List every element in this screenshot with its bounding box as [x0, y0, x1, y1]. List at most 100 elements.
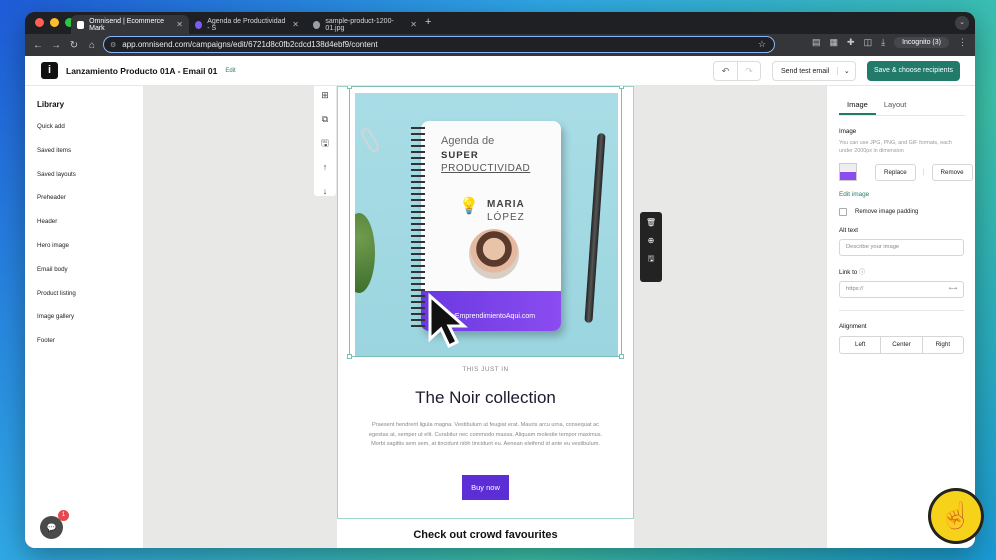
undo-redo-group: ↶ ↷: [713, 61, 761, 81]
chat-notification-badge: 1: [58, 510, 69, 521]
media-icon[interactable]: ◫: [864, 37, 873, 48]
editor-header: i Lanzamiento Producto 01A - Email 01 Ed…: [25, 56, 975, 86]
back-icon[interactable]: ←: [29, 40, 47, 51]
download-icon[interactable]: ⤓: [881, 37, 885, 48]
info-icon[interactable]: ⓘ: [859, 269, 865, 276]
url-text: app.omnisend.com/campaigns/edit/6721d8c0…: [122, 40, 378, 49]
save-icon[interactable]: 🖫: [648, 253, 655, 265]
library-item-hero-image[interactable]: Hero image: [37, 234, 143, 258]
save-block-icon[interactable]: 🖫: [321, 136, 329, 150]
remove-padding-row: Remove image padding: [839, 208, 975, 216]
reload-icon[interactable]: ↻: [65, 40, 83, 51]
incognito-badge[interactable]: Incognito (3): [894, 37, 949, 48]
spiral-binding-graphic: [411, 127, 425, 327]
properties-panel: Image Layout Image You can use JPG, PNG,…: [826, 86, 975, 548]
redo-icon[interactable]: ↷: [737, 62, 760, 80]
tab-search-icon[interactable]: ⌄: [955, 16, 969, 30]
library-item-image-gallery[interactable]: Image gallery: [37, 305, 143, 329]
duplicate-icon[interactable]: ⧉: [322, 112, 328, 126]
next-section-title[interactable]: Check out crowd favourites: [337, 529, 634, 541]
portrait-photo: [469, 229, 519, 279]
move-up-icon[interactable]: ↑: [323, 160, 328, 174]
alt-text-input[interactable]: Describe your image: [839, 239, 964, 256]
link-placeholder: https://: [846, 286, 864, 292]
notebook-first-name: MARIA: [487, 199, 525, 210]
save-choose-recipients-button[interactable]: Save & choose recipients: [867, 61, 960, 81]
hero-image[interactable]: Agenda de SUPER PRODUCTIVIDAD 💡 MARIA LÓ…: [355, 93, 618, 356]
library-item-saved-layouts[interactable]: Saved layouts: [37, 163, 143, 187]
email-eyebrow[interactable]: THIS JUST IN: [337, 366, 634, 373]
tab-strip: Omnisend | Ecommerce Mark ✕ Agenda de Pr…: [25, 12, 975, 34]
tab-layout[interactable]: Layout: [876, 96, 915, 115]
close-tab-icon[interactable]: ✕: [410, 20, 417, 29]
resize-handle[interactable]: [619, 86, 624, 89]
resize-handle[interactable]: [347, 86, 352, 89]
minimize-window-button[interactable]: [50, 18, 59, 27]
browser-tab-agenda[interactable]: Agenda de Productividad - S ✕: [189, 15, 305, 34]
omnisend-favicon-icon: [77, 20, 85, 29]
image-actions-row: Replace | Remove: [839, 162, 975, 182]
link-icon[interactable]: ⟷: [949, 282, 957, 297]
delete-icon[interactable]: 🗑: [646, 217, 656, 229]
email-canvas: ⊞ ⧉ 🖫 ↑ ↓ Agenda de SUPER PRODUCTIVIDAD …: [144, 86, 826, 548]
notebook-line-1: Agenda de: [441, 135, 495, 147]
buy-now-button[interactable]: Buy now: [462, 475, 509, 500]
tab-image[interactable]: Image: [839, 96, 876, 115]
resize-handle[interactable]: [347, 354, 352, 359]
duplicate-block-icon[interactable]: ⊕: [648, 235, 655, 247]
puzzle-icon[interactable]: ✚: [847, 37, 855, 48]
library-item-footer[interactable]: Footer: [37, 329, 143, 353]
email-title[interactable]: The Noir collection: [337, 388, 634, 408]
new-tab-icon[interactable]: +: [425, 16, 431, 28]
library-item-preheader[interactable]: Preheader: [37, 186, 143, 210]
notebook-line-2: SUPER: [441, 150, 479, 161]
edit-title-link[interactable]: Edit: [225, 68, 235, 74]
forward-icon[interactable]: →: [47, 40, 65, 51]
replace-button[interactable]: Replace: [875, 163, 916, 181]
hero-image-block[interactable]: Agenda de SUPER PRODUCTIVIDAD 💡 MARIA LÓ…: [347, 86, 624, 359]
library-item-quick-add[interactable]: Quick add: [37, 115, 143, 139]
library-item-email-body[interactable]: Email body: [37, 258, 143, 282]
link-label: Link to ⓘ: [839, 267, 975, 276]
align-right-button[interactable]: Right: [921, 337, 963, 353]
lightbulb-icon: 💡: [459, 198, 479, 215]
home-icon[interactable]: ⌂: [83, 40, 101, 51]
move-down-icon[interactable]: ↓: [323, 184, 328, 198]
add-block-icon[interactable]: ⊞: [321, 88, 329, 102]
library-item-saved-items[interactable]: Saved items: [37, 139, 143, 163]
reader-icon[interactable]: ▦: [830, 37, 839, 48]
close-window-button[interactable]: [35, 18, 44, 27]
library-item-product-listing[interactable]: Product listing: [37, 282, 143, 306]
browser-tab-omnisend[interactable]: Omnisend | Ecommerce Mark ✕: [71, 15, 189, 34]
address-bar[interactable]: ⚙ app.omnisend.com/campaigns/edit/6721d8…: [103, 36, 775, 53]
library-item-header[interactable]: Header: [37, 210, 143, 234]
browser-window: Omnisend | Ecommerce Mark ✕ Agenda de Pr…: [25, 12, 975, 548]
close-tab-icon[interactable]: ✕: [292, 20, 299, 29]
omnisend-editor: i Lanzamiento Producto 01A - Email 01 Ed…: [25, 56, 975, 548]
send-test-button[interactable]: Send test email: [773, 68, 837, 75]
resize-handle[interactable]: [619, 354, 624, 359]
agenda-favicon-icon: [195, 20, 203, 29]
extension-icon[interactable]: ▤: [812, 37, 821, 48]
omnisend-logo-icon[interactable]: i: [41, 62, 58, 79]
properties-tabs: Image Layout: [839, 96, 965, 116]
browser-tab-image[interactable]: sample-product-1200-01.jpg ✕: [307, 15, 423, 34]
link-input[interactable]: https:// ⟷: [839, 281, 964, 298]
chevron-down-icon[interactable]: ⌄: [837, 67, 855, 75]
alignment-label: Alignment: [839, 323, 867, 330]
site-info-icon[interactable]: ⚙: [110, 41, 116, 49]
undo-icon[interactable]: ↶: [714, 62, 737, 80]
edit-image-link[interactable]: Edit image: [839, 191, 975, 198]
notebook-line-3: PRODUCTIVIDAD: [441, 163, 531, 174]
more-menu-icon[interactable]: ⋮: [958, 37, 967, 48]
align-left-button[interactable]: Left: [840, 337, 880, 353]
email-body-text[interactable]: Praesent hendrerit ligula magna. Vestibu…: [367, 421, 604, 450]
remove-padding-checkbox[interactable]: [839, 208, 847, 216]
bookmark-star-icon[interactable]: ☆: [758, 39, 766, 50]
close-tab-icon[interactable]: ✕: [176, 20, 183, 29]
image-thumbnail: [839, 163, 857, 181]
remove-button[interactable]: Remove: [931, 163, 973, 181]
remove-padding-label: Remove image padding: [855, 209, 919, 215]
align-center-button[interactable]: Center: [880, 337, 921, 353]
alignment-options: Left Center Right: [839, 336, 964, 354]
